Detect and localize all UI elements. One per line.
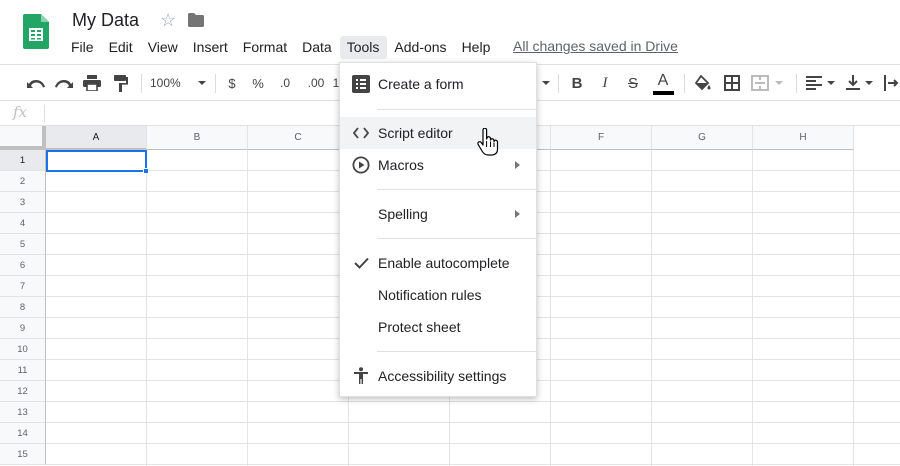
row-header-9[interactable]: 9 — [0, 318, 46, 339]
menu-format[interactable]: Format — [236, 36, 295, 59]
google-sheets-logo[interactable] — [23, 14, 49, 49]
menu-tools[interactable]: Tools — [339, 35, 388, 59]
column-header-c[interactable]: C — [248, 126, 349, 150]
font-size-dropdown-icon[interactable] — [541, 73, 551, 93]
tools-menu: Create a form Script editor Macros Spell… — [339, 62, 537, 397]
increase-decimal-button[interactable]: .00 — [305, 73, 327, 93]
menu-insert[interactable]: Insert — [186, 36, 236, 59]
select-all-corner[interactable] — [0, 126, 46, 150]
star-icon[interactable]: ☆ — [160, 10, 176, 30]
vertical-align-icon[interactable] — [846, 73, 876, 93]
format-currency-button[interactable]: $ — [225, 73, 239, 93]
menu-item-spelling[interactable]: Spelling — [340, 198, 536, 230]
row-header-11[interactable]: 11 — [0, 360, 46, 381]
menu-item-label: Protect sheet — [378, 319, 461, 335]
column-header-a[interactable]: A — [46, 126, 147, 150]
menu-item-enable-autocomplete[interactable]: Enable autocomplete — [340, 247, 536, 279]
undo-icon[interactable] — [26, 73, 46, 93]
row-header-4[interactable]: 4 — [0, 213, 46, 234]
fill-color-icon[interactable] — [694, 73, 712, 93]
menu-view[interactable]: View — [141, 36, 186, 59]
horizontal-align-icon[interactable] — [806, 73, 836, 93]
borders-icon[interactable] — [723, 73, 741, 93]
italic-button[interactable]: I — [597, 73, 613, 93]
menu-bar: File Edit View Insert Format Data Tools Add-ons… — [64, 35, 498, 59]
menu-item-macros[interactable]: Macros — [340, 149, 536, 181]
forms-icon — [352, 75, 370, 93]
menu-item-label: Script editor — [378, 125, 453, 141]
row-header-12[interactable]: 12 — [0, 381, 46, 402]
row-header-3[interactable]: 3 — [0, 192, 46, 213]
menu-add-ons[interactable]: Add-ons — [387, 36, 454, 59]
strikethrough-button[interactable]: S — [625, 73, 641, 93]
row-header-1[interactable]: 1 — [0, 150, 46, 171]
menu-data[interactable]: Data — [295, 36, 340, 59]
play-circle-icon — [352, 156, 370, 174]
column-header-b[interactable]: B — [147, 126, 248, 150]
folder-icon[interactable] — [188, 13, 204, 27]
menu-edit[interactable]: Edit — [102, 36, 141, 59]
menu-item-label: Notification rules — [378, 287, 482, 303]
fill-handle[interactable] — [143, 168, 149, 174]
zoom-select[interactable]: 100% — [150, 73, 208, 93]
decrease-decimal-button[interactable]: .0 — [276, 73, 294, 93]
merge-cells-icon[interactable] — [751, 73, 787, 93]
menu-item-label: Create a form — [378, 76, 464, 92]
column-header-h[interactable]: H — [753, 126, 854, 150]
text-wrap-icon[interactable] — [884, 73, 900, 93]
format-percent-button[interactable]: % — [251, 73, 265, 93]
submenu-arrow-icon — [515, 210, 520, 218]
menu-item-label: Macros — [378, 157, 424, 173]
row-header-8[interactable]: 8 — [0, 297, 46, 318]
menu-item-label: Enable autocomplete — [378, 255, 510, 271]
row-header-14[interactable]: 14 — [0, 423, 46, 444]
menu-item-label: Spelling — [378, 206, 428, 222]
paint-format-icon[interactable] — [112, 73, 130, 93]
column-header-g[interactable]: G — [652, 126, 753, 150]
menu-item-label: Accessibility settings — [378, 368, 507, 384]
print-icon[interactable] — [82, 73, 102, 93]
menu-item-script-editor[interactable]: Script editor — [340, 117, 536, 149]
bold-button[interactable]: B — [569, 73, 585, 93]
redo-icon[interactable] — [54, 73, 74, 93]
row-header-15[interactable]: 15 — [0, 444, 46, 465]
menu-file[interactable]: File — [64, 36, 102, 59]
submenu-arrow-icon — [515, 161, 520, 169]
row-header-10[interactable]: 10 — [0, 339, 46, 360]
menu-item-notification-rules[interactable]: Notification rules — [340, 279, 536, 311]
fx-label: fx — [13, 103, 28, 121]
hand-pointer-icon — [477, 127, 499, 156]
document-title[interactable]: My Data — [72, 10, 139, 31]
menu-item-accessibility-settings[interactable]: Accessibility settings — [340, 360, 536, 392]
row-header-2[interactable]: 2 — [0, 171, 46, 192]
active-cell-a1[interactable] — [46, 150, 147, 172]
code-icon — [352, 124, 370, 142]
save-status-link[interactable]: All changes saved in Drive — [513, 38, 678, 54]
checkmark-icon — [352, 254, 370, 272]
accessibility-icon — [352, 367, 370, 385]
row-header-7[interactable]: 7 — [0, 276, 46, 297]
row-header-5[interactable]: 5 — [0, 234, 46, 255]
menu-item-protect-sheet[interactable]: Protect sheet — [340, 311, 536, 343]
row-header-13[interactable]: 13 — [0, 402, 46, 423]
column-header-f[interactable]: F — [551, 126, 652, 150]
text-color-indicator — [653, 91, 674, 95]
menu-item-create-a-form[interactable]: Create a form — [340, 68, 536, 100]
row-header-6[interactable]: 6 — [0, 255, 46, 276]
text-color-button[interactable]: A — [654, 71, 672, 91]
menu-help[interactable]: Help — [455, 36, 499, 59]
